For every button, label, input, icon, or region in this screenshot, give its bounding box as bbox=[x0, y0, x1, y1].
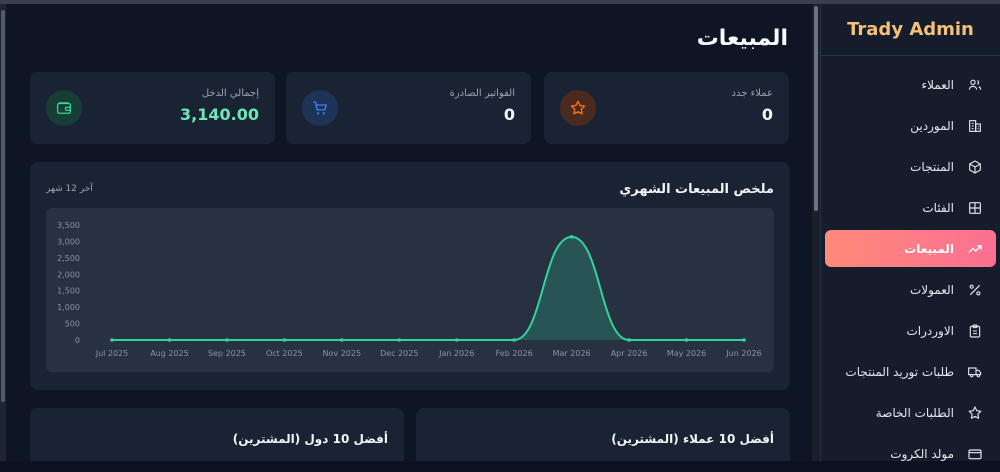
main-scrollbar[interactable] bbox=[812, 4, 820, 461]
data-point bbox=[340, 338, 344, 342]
sidebar-item-truck[interactable]: طلبات توريد المنتجات bbox=[825, 353, 996, 390]
sidebar-item-box[interactable]: المنتجات bbox=[825, 148, 996, 185]
data-point bbox=[282, 338, 287, 342]
x-tick-label: Sep 2025 bbox=[208, 349, 246, 358]
main-content: المبيعات عملاء جدد 0 الفواتير الصادرة 0 … bbox=[6, 4, 812, 461]
sidebar-nav: العملاء الموردين المنتجات الفئات المبيعات الع… bbox=[821, 56, 1000, 472]
x-tick-label: Aug 2025 bbox=[150, 349, 189, 358]
y-tick-label: 500 bbox=[65, 320, 80, 329]
x-tick-label: Jun 2026 bbox=[725, 349, 761, 358]
data-point bbox=[684, 338, 689, 342]
x-tick-label: Feb 2026 bbox=[496, 349, 533, 358]
brand-logo: Trady Admin bbox=[821, 4, 1000, 56]
stat-value: 0 bbox=[503, 105, 515, 124]
stat-value: 3,140.00 bbox=[180, 105, 259, 124]
sidebar-item-label: العمولات bbox=[909, 282, 954, 297]
y-tick-label: 1,000 bbox=[57, 303, 80, 312]
trending-up-icon bbox=[964, 241, 986, 257]
sidebar-item-clipboard[interactable]: الاوردرات bbox=[825, 312, 996, 349]
top-countries-card: أفضل 10 دول (المشترين) bbox=[30, 408, 404, 461]
sidebar-item-label: المبيعات bbox=[904, 241, 954, 256]
sidebar-item-label: الاوردرات bbox=[906, 323, 954, 338]
x-tick-label: Jul 2025 bbox=[95, 349, 129, 358]
y-tick-label: 2,000 bbox=[57, 270, 80, 279]
sidebar-item-label: العملاء bbox=[921, 77, 954, 92]
star-icon bbox=[964, 405, 986, 421]
users-icon bbox=[964, 77, 986, 93]
top-countries-title: أفضل 10 دول (المشترين) bbox=[232, 432, 388, 446]
outer-scrollbar-thumb[interactable] bbox=[1, 10, 5, 402]
x-tick-label: Apr 2026 bbox=[611, 349, 648, 358]
chart-area: 0 500 1,000 1,500 2,000 2,500 3,000 3,500 Jul 20… bbox=[46, 208, 774, 372]
top-customers-card: أفضل 10 عملاء (المشترين) bbox=[416, 408, 790, 461]
sidebar-item-label: مولد الكروت bbox=[890, 446, 954, 461]
top-customers-title: أفضل 10 عملاء (المشترين) bbox=[611, 432, 774, 446]
sidebar-item-label: الطلبات الخاصة bbox=[875, 405, 954, 420]
y-tick-label: 3,000 bbox=[57, 237, 80, 246]
stat-value: 0 bbox=[761, 105, 773, 124]
clipboard-icon bbox=[964, 323, 986, 339]
x-tick-label: Oct 2025 bbox=[266, 349, 303, 358]
sidebar-item-building[interactable]: الموردين bbox=[825, 107, 996, 144]
data-point bbox=[742, 338, 746, 342]
sidebar-item-label: المنتجات bbox=[910, 159, 954, 174]
sidebar-item-star[interactable]: الطلبات الخاصة bbox=[825, 394, 996, 431]
sidebar-item-percent[interactable]: العمولات bbox=[825, 271, 996, 308]
chart-period-label: آخر 12 شهر bbox=[46, 184, 93, 194]
sidebar-item-label: طلبات توريد المنتجات bbox=[845, 364, 954, 379]
x-tick-label: May 2026 bbox=[667, 349, 706, 358]
sidebar-item-label: الموردين bbox=[910, 118, 954, 133]
series-line bbox=[112, 235, 744, 341]
sidebar-item-grid[interactable]: الفئات bbox=[825, 189, 996, 226]
wallet-icon bbox=[46, 90, 82, 126]
x-tick-label: Dec 2025 bbox=[380, 349, 418, 358]
stat-card-income: إجمالي الدخل 3,140.00 bbox=[30, 72, 275, 144]
data-point bbox=[454, 338, 459, 342]
percent-icon bbox=[964, 282, 986, 298]
truck-icon bbox=[964, 364, 986, 380]
chart-title: ملخص المبيعات الشهري bbox=[619, 182, 774, 197]
card-icon bbox=[964, 446, 986, 462]
building-icon bbox=[964, 118, 986, 134]
x-tick-label: Mar 2026 bbox=[553, 349, 591, 358]
star-icon bbox=[560, 90, 596, 126]
cart-icon bbox=[302, 90, 338, 126]
x-tick-label: Jan 2026 bbox=[438, 349, 474, 358]
sidebar: Trady Admin العملاء الموردين المنتجات الفئا… bbox=[820, 4, 1000, 461]
data-point bbox=[167, 338, 172, 342]
series-area bbox=[112, 236, 744, 340]
stat-card-invoices: الفواتير الصادرة 0 bbox=[286, 72, 531, 144]
sales-area-chart: 0 500 1,000 1,500 2,000 2,500 3,000 3,500 Jul 20… bbox=[57, 221, 762, 358]
y-tick-label: 0 bbox=[75, 336, 80, 345]
data-point bbox=[110, 338, 114, 342]
data-point bbox=[569, 235, 574, 239]
main-scrollbar-thumb[interactable] bbox=[814, 6, 818, 211]
sidebar-item-label: الفئات bbox=[922, 200, 954, 215]
sidebar-item-users[interactable]: العملاء bbox=[825, 66, 996, 103]
sidebar-item-trending-up[interactable]: المبيعات bbox=[825, 230, 996, 267]
stat-label: الفواتير الصادرة bbox=[449, 88, 515, 99]
data-point bbox=[225, 338, 229, 342]
y-tick-label: 1,500 bbox=[57, 287, 80, 296]
page-title: المبيعات bbox=[696, 26, 788, 51]
stat-card-new-customers: عملاء جدد 0 bbox=[544, 72, 789, 144]
stat-label: إجمالي الدخل bbox=[201, 88, 259, 99]
sales-chart-card: ملخص المبيعات الشهري آخر 12 شهر 0 500 1,00… bbox=[30, 162, 790, 390]
sidebar-item-card[interactable]: مولد الكروت bbox=[825, 435, 996, 472]
data-point bbox=[397, 338, 402, 342]
data-point bbox=[627, 338, 631, 342]
box-icon bbox=[964, 159, 986, 175]
y-tick-label: 3,500 bbox=[57, 221, 80, 230]
y-tick-label: 2,500 bbox=[57, 254, 80, 263]
stat-label: عملاء جدد bbox=[731, 88, 773, 99]
x-tick-label: Nov 2025 bbox=[323, 349, 362, 358]
data-point bbox=[512, 338, 516, 342]
grid-icon bbox=[964, 200, 986, 216]
